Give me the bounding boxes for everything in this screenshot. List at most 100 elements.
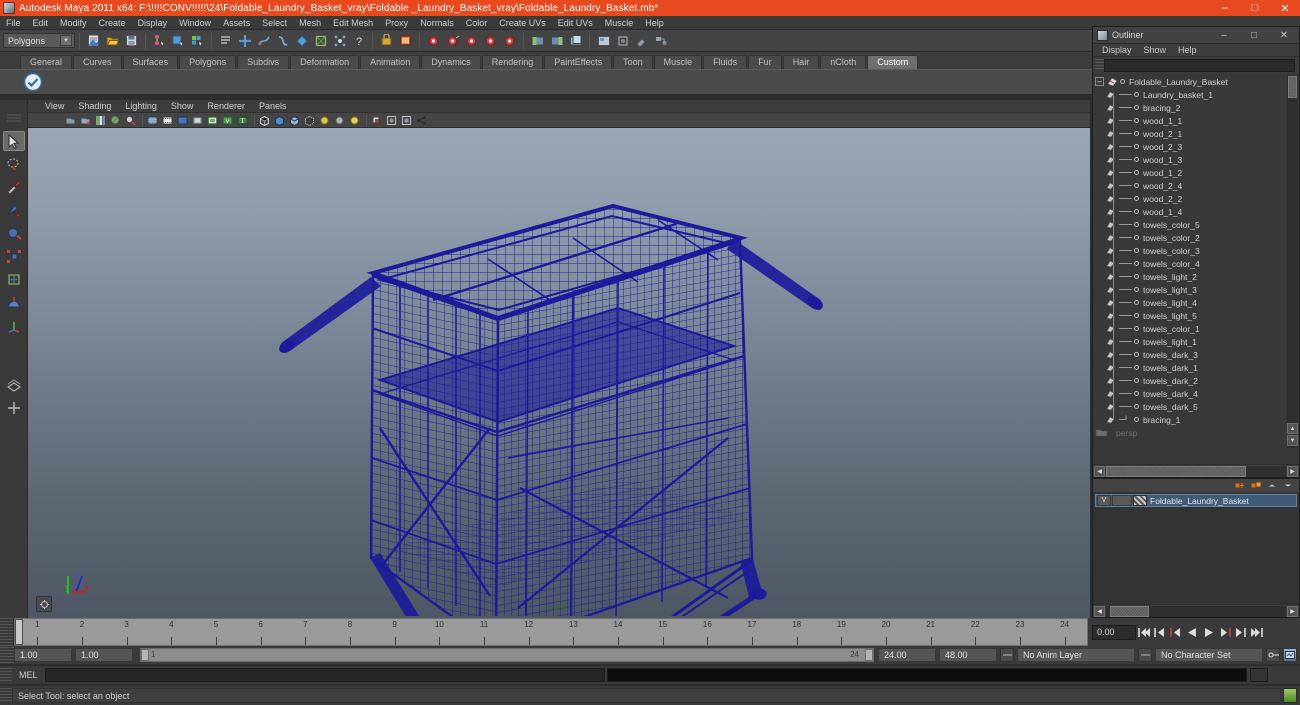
auto-key-button[interactable] [1266, 648, 1280, 662]
layer-color-swatch[interactable] [1133, 495, 1147, 506]
play-backwards-button[interactable] [1185, 625, 1200, 640]
open-scene-button[interactable] [104, 32, 121, 49]
paint-effects-button[interactable] [633, 32, 650, 49]
shelf-tab-hair[interactable]: Hair [782, 55, 820, 69]
outliner-search-input[interactable] [1104, 58, 1295, 72]
outliner-item-towels-light-3[interactable]: towels_light_3 [1093, 283, 1299, 296]
safe-action-icon[interactable] [206, 114, 219, 127]
range-slider-bar[interactable]: 1 24 [140, 648, 874, 662]
shelf-tab-fluids[interactable]: Fluids [703, 55, 748, 69]
create-empty-layer-icon[interactable] [1233, 480, 1247, 491]
outliner-item-wood-2-2[interactable]: wood_2_2 [1093, 192, 1299, 205]
shelf-tab-painteffects[interactable]: PaintEffects [544, 55, 613, 69]
paint-select-tool[interactable] [3, 177, 25, 197]
text-overlay-icon[interactable]: T [236, 114, 249, 127]
range-end-field[interactable]: 48.00 [939, 648, 997, 662]
outliner-hscroll-left-button[interactable]: ◀ [1094, 465, 1105, 477]
use-all-lights-icon[interactable] [348, 114, 361, 127]
shelf-tab-surfaces[interactable]: Surfaces [122, 55, 179, 69]
viewport-menu-view[interactable]: View [38, 100, 71, 113]
range-end-handle[interactable] [865, 649, 873, 661]
show-manipulator-tool[interactable] [3, 315, 25, 335]
step-forward-key-button[interactable] [1233, 625, 1248, 640]
isolate-select-icon[interactable] [385, 114, 398, 127]
select-camera-icon[interactable] [64, 114, 77, 127]
outliner-close-button[interactable]: ✕ [1269, 27, 1299, 44]
use-no-lights-icon[interactable] [333, 114, 346, 127]
shelf-tab-curves[interactable]: Curves [73, 55, 122, 69]
shadows-icon[interactable] [370, 114, 383, 127]
rotate-tool[interactable] [3, 223, 25, 243]
lasso-select-tool[interactable] [3, 154, 25, 174]
hypershade-button[interactable] [463, 32, 480, 49]
node-editor-button[interactable] [652, 32, 669, 49]
outliner-hscroll-thumb[interactable] [1106, 465, 1247, 477]
anim-start-field[interactable]: 1.00 [75, 648, 133, 662]
laundry-basket-wireframe-model[interactable] [28, 128, 1090, 616]
panel-zoom-icon[interactable] [400, 114, 413, 127]
step-back-key-button[interactable] [1153, 625, 1168, 640]
outliner-item-wood-1-4[interactable]: wood_1_4 [1093, 205, 1299, 218]
use-default-lighting-icon[interactable] [318, 114, 331, 127]
minimize-button[interactable]: – [1210, 0, 1240, 16]
render-globals-button[interactable] [482, 32, 499, 49]
menu-edit-uvs[interactable]: Edit UVs [552, 16, 599, 30]
toggle-sidebar-left-button[interactable] [529, 32, 546, 49]
viewport-settings-icon[interactable] [36, 596, 52, 612]
resolution-gate-icon[interactable] [176, 114, 189, 127]
component-mask-menu-button[interactable] [217, 32, 234, 49]
outliner-item-towels-color-1[interactable]: towels_color_1 [1093, 322, 1299, 335]
bookmark-icon[interactable] [94, 114, 107, 127]
move-layer-up-icon[interactable] [1265, 480, 1279, 491]
new-scene-button[interactable] [85, 32, 102, 49]
render-current-frame-button[interactable] [378, 32, 395, 49]
shelf-tab-fur[interactable]: Fur [748, 55, 782, 69]
outliner-item-laundry-basket-1[interactable]: Laundry_basket_1 [1093, 88, 1299, 101]
outliner-item-towels-dark-3[interactable]: towels_dark_3 [1093, 348, 1299, 361]
outliner-item-towels-color-3[interactable]: towels_color_3 [1093, 244, 1299, 257]
shelf-tab-deformation[interactable]: Deformation [290, 55, 360, 69]
smooth-shade-all-icon[interactable] [273, 114, 286, 127]
character-set-dropdown[interactable]: No Character Set [1155, 648, 1263, 662]
play-forwards-button[interactable] [1201, 625, 1216, 640]
step-back-frame-button[interactable] [1169, 625, 1184, 640]
step-forward-frame-button[interactable] [1217, 625, 1232, 640]
menu-modify[interactable]: Modify [54, 16, 93, 30]
menu-file[interactable]: File [0, 16, 27, 30]
command-language-label[interactable]: MEL [12, 670, 45, 680]
field-chart-icon[interactable] [191, 114, 204, 127]
outliner-menu-display[interactable]: Display [1096, 44, 1138, 57]
anim-layer-dropdown[interactable]: No Anim Layer [1017, 648, 1135, 662]
outliner-vertical-scrollbar[interactable] [1287, 75, 1298, 448]
outliner-item-towels-dark-1[interactable]: towels_dark_1 [1093, 361, 1299, 374]
outliner-menu-help[interactable]: Help [1172, 44, 1203, 57]
snap-to-live-object-button[interactable] [312, 32, 329, 49]
anim-layer-options-button[interactable] [1138, 648, 1152, 662]
chevron-down-icon[interactable]: ▼ [60, 35, 72, 46]
range-start-handle[interactable] [141, 649, 149, 661]
menu-normals[interactable]: Normals [414, 16, 460, 30]
universal-manipulator-tool[interactable] [3, 269, 25, 289]
xray-shading-icon[interactable] [303, 114, 316, 127]
menu-create[interactable]: Create [93, 16, 132, 30]
toggle-attribute-editor-button[interactable] [548, 32, 565, 49]
layer-hscroll-right-button[interactable]: ▶ [1287, 605, 1298, 617]
viewport-menu-renderer[interactable]: Renderer [200, 100, 252, 113]
shelf-tab-custom[interactable]: Custom [867, 55, 919, 69]
move-tool[interactable] [3, 200, 25, 220]
outliner-item-wood-1-2[interactable]: wood_1_2 [1093, 166, 1299, 179]
menu-edit[interactable]: Edit [27, 16, 55, 30]
shelf-tab-rendering[interactable]: Rendering [481, 55, 544, 69]
outliner-item-wood-2-4[interactable]: wood_2_4 [1093, 179, 1299, 192]
shelf-tab-polygons[interactable]: Polygons [179, 55, 237, 69]
outliner-minimize-button[interactable]: – [1209, 27, 1239, 44]
snap-to-view-plane-button[interactable] [293, 32, 310, 49]
hypergraph-button[interactable] [614, 32, 631, 49]
shelf-vray-check-icon[interactable] [22, 71, 44, 93]
outliner-hscroll-right-button[interactable]: ▶ [1287, 465, 1298, 477]
toggle-channel-box-button[interactable] [567, 32, 584, 49]
outliner-item-towels-light-2[interactable]: towels_light_2 [1093, 270, 1299, 283]
select-tool[interactable] [2, 131, 25, 151]
outliner-item-towels-dark-5[interactable]: towels_dark_5 [1093, 400, 1299, 413]
close-button[interactable]: ✕ [1270, 0, 1300, 16]
